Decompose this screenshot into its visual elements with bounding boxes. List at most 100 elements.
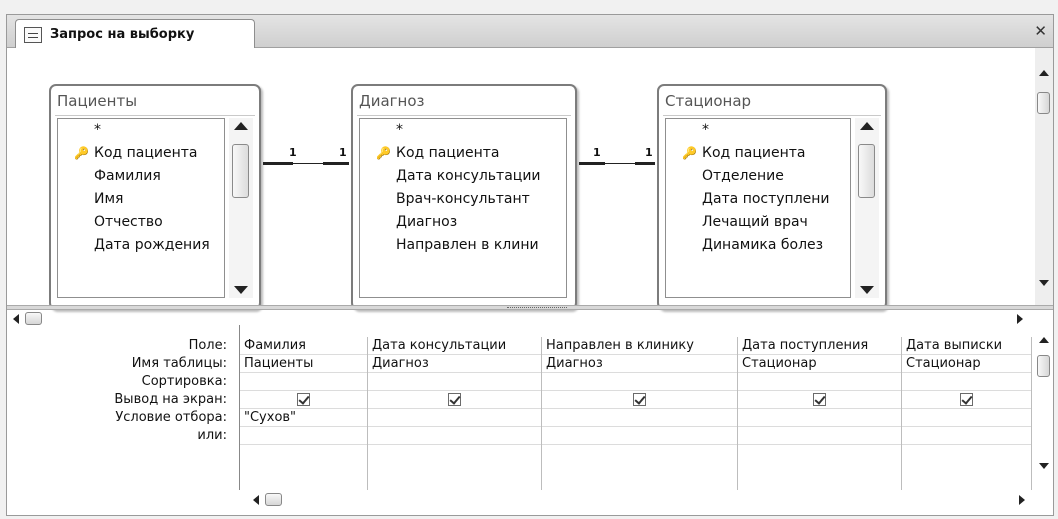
field-cell[interactable]: Направлен в клинику bbox=[542, 337, 737, 355]
show-checkbox[interactable] bbox=[633, 393, 646, 406]
close-icon[interactable]: ✕ bbox=[1034, 22, 1047, 40]
field-list-scrollbar[interactable] bbox=[229, 118, 253, 298]
relationship-line bbox=[293, 163, 323, 164]
field-item[interactable]: Отчество bbox=[58, 211, 224, 234]
scroll-thumb[interactable] bbox=[858, 144, 875, 198]
row-label-field: Поле: bbox=[188, 338, 227, 353]
table-cell[interactable]: Диагноз bbox=[542, 355, 737, 373]
field-label: Диагноз bbox=[396, 214, 458, 230]
field-label: Код пациента bbox=[702, 145, 806, 161]
grid-column: Фамилия Пациенты "Сухов" bbox=[240, 337, 368, 490]
show-cell bbox=[542, 391, 737, 409]
scroll-down-icon[interactable] bbox=[860, 286, 874, 294]
criteria-cell[interactable] bbox=[542, 409, 737, 427]
show-checkbox[interactable] bbox=[960, 393, 973, 406]
or-cell[interactable] bbox=[368, 427, 541, 445]
scroll-thumb[interactable] bbox=[25, 312, 42, 325]
field-list-scrollbar[interactable] bbox=[855, 118, 879, 298]
table-cell[interactable]: Стационар bbox=[738, 355, 901, 373]
tab-title: Запрос на выборку bbox=[50, 27, 195, 42]
field-item[interactable]: * bbox=[666, 119, 850, 142]
pane-splitter[interactable] bbox=[7, 305, 1053, 310]
field-label: Отделение bbox=[702, 168, 784, 184]
field-cell[interactable]: Дата поступления bbox=[738, 337, 901, 355]
show-checkbox[interactable] bbox=[297, 393, 310, 406]
field-item[interactable]: Динамика болез bbox=[666, 234, 850, 257]
table-box-hospital[interactable]: Стационар * 🔑 Код пациента Отделение Дата… bbox=[657, 84, 887, 310]
sort-cell[interactable] bbox=[738, 373, 901, 391]
divider bbox=[663, 115, 881, 116]
primary-key-icon: 🔑 bbox=[376, 146, 391, 160]
scroll-up-icon[interactable] bbox=[1039, 70, 1049, 76]
grid-horizontal-scrollbar[interactable] bbox=[247, 491, 1033, 509]
field-item[interactable]: Врач-консультант bbox=[360, 188, 566, 211]
relationship-line bbox=[579, 162, 605, 165]
relationship-line bbox=[605, 163, 635, 164]
table-pane-vertical-scrollbar[interactable] bbox=[1035, 48, 1053, 310]
criteria-cell[interactable] bbox=[368, 409, 541, 427]
scroll-down-icon[interactable] bbox=[1039, 280, 1049, 286]
scroll-up-icon[interactable] bbox=[1039, 337, 1049, 343]
grid-vertical-scrollbar[interactable] bbox=[1035, 327, 1053, 477]
row-label-sort: Сортировка: bbox=[141, 374, 227, 389]
field-item[interactable]: Дата поступлени bbox=[666, 188, 850, 211]
field-label: Дата рождения bbox=[94, 237, 210, 253]
or-cell[interactable] bbox=[542, 427, 737, 445]
field-item[interactable]: Диагноз bbox=[360, 211, 566, 234]
table-box-patients[interactable]: Пациенты * 🔑 Код пациента Фамилия Имя Отч… bbox=[49, 84, 261, 310]
scroll-down-icon[interactable] bbox=[1039, 463, 1049, 469]
field-label: Код пациента bbox=[94, 145, 198, 161]
sort-cell[interactable] bbox=[902, 373, 1031, 391]
field-cell[interactable]: Дата выписки bbox=[902, 337, 1031, 355]
show-checkbox[interactable] bbox=[813, 393, 826, 406]
field-item[interactable]: Лечащий врач bbox=[666, 211, 850, 234]
sort-cell[interactable] bbox=[368, 373, 541, 391]
scroll-right-icon[interactable] bbox=[1019, 495, 1025, 505]
scroll-left-icon[interactable] bbox=[13, 314, 19, 324]
relationship-line bbox=[263, 162, 293, 165]
field-item[interactable]: 🔑 Код пациента bbox=[58, 142, 224, 165]
field-item[interactable]: 🔑 Код пациента bbox=[360, 142, 566, 165]
splitter-grip[interactable] bbox=[507, 307, 567, 309]
field-item[interactable]: Отделение bbox=[666, 165, 850, 188]
criteria-cell[interactable] bbox=[902, 409, 1031, 427]
sort-cell[interactable] bbox=[542, 373, 737, 391]
or-cell[interactable] bbox=[240, 427, 367, 445]
field-item[interactable]: Направлен в клини bbox=[360, 234, 566, 257]
field-item[interactable]: Имя bbox=[58, 188, 224, 211]
table-cell[interactable]: Пациенты bbox=[240, 355, 367, 373]
table-cell[interactable]: Диагноз bbox=[368, 355, 541, 373]
scroll-up-icon[interactable] bbox=[860, 122, 874, 130]
field-item[interactable]: Дата рождения bbox=[58, 234, 224, 257]
show-checkbox[interactable] bbox=[448, 393, 461, 406]
scroll-right-icon[interactable] bbox=[1017, 314, 1023, 324]
table-cell[interactable]: Стационар bbox=[902, 355, 1031, 373]
scroll-left-icon[interactable] bbox=[253, 495, 259, 505]
or-cell[interactable] bbox=[902, 427, 1031, 445]
field-list: * 🔑 Код пациента Дата консультации Врач-к… bbox=[359, 118, 567, 298]
field-item[interactable]: Дата консультации bbox=[360, 165, 566, 188]
field-item[interactable]: Фамилия bbox=[58, 165, 224, 188]
criteria-cell[interactable] bbox=[738, 409, 901, 427]
field-cell[interactable]: Дата консультации bbox=[368, 337, 541, 355]
tab-query[interactable]: Запрос на выборку bbox=[15, 19, 255, 49]
field-cell[interactable]: Фамилия bbox=[240, 337, 367, 355]
field-item[interactable]: * bbox=[58, 119, 224, 142]
field-item[interactable]: 🔑 Код пациента bbox=[666, 142, 850, 165]
sort-cell[interactable] bbox=[240, 373, 367, 391]
scroll-down-icon[interactable] bbox=[234, 286, 248, 294]
table-title: Стационар bbox=[665, 92, 752, 110]
row-label-show: Вывод на экран: bbox=[114, 392, 227, 407]
scroll-up-icon[interactable] bbox=[234, 122, 248, 130]
criteria-cell[interactable]: "Сухов" bbox=[240, 409, 367, 427]
scroll-thumb[interactable] bbox=[1037, 92, 1050, 114]
scroll-thumb[interactable] bbox=[232, 144, 249, 198]
scroll-thumb[interactable] bbox=[1037, 355, 1050, 377]
table-box-diagnosis[interactable]: Диагноз * 🔑 Код пациента Дата консультаци… bbox=[351, 84, 577, 310]
query-design-window: Запрос на выборку ✕ Пациенты * 🔑 Код паци… bbox=[6, 14, 1054, 516]
field-item[interactable]: * bbox=[360, 119, 566, 142]
scroll-thumb[interactable] bbox=[265, 493, 282, 506]
or-cell[interactable] bbox=[738, 427, 901, 445]
table-title: Диагноз bbox=[359, 92, 425, 110]
divider bbox=[357, 115, 571, 116]
